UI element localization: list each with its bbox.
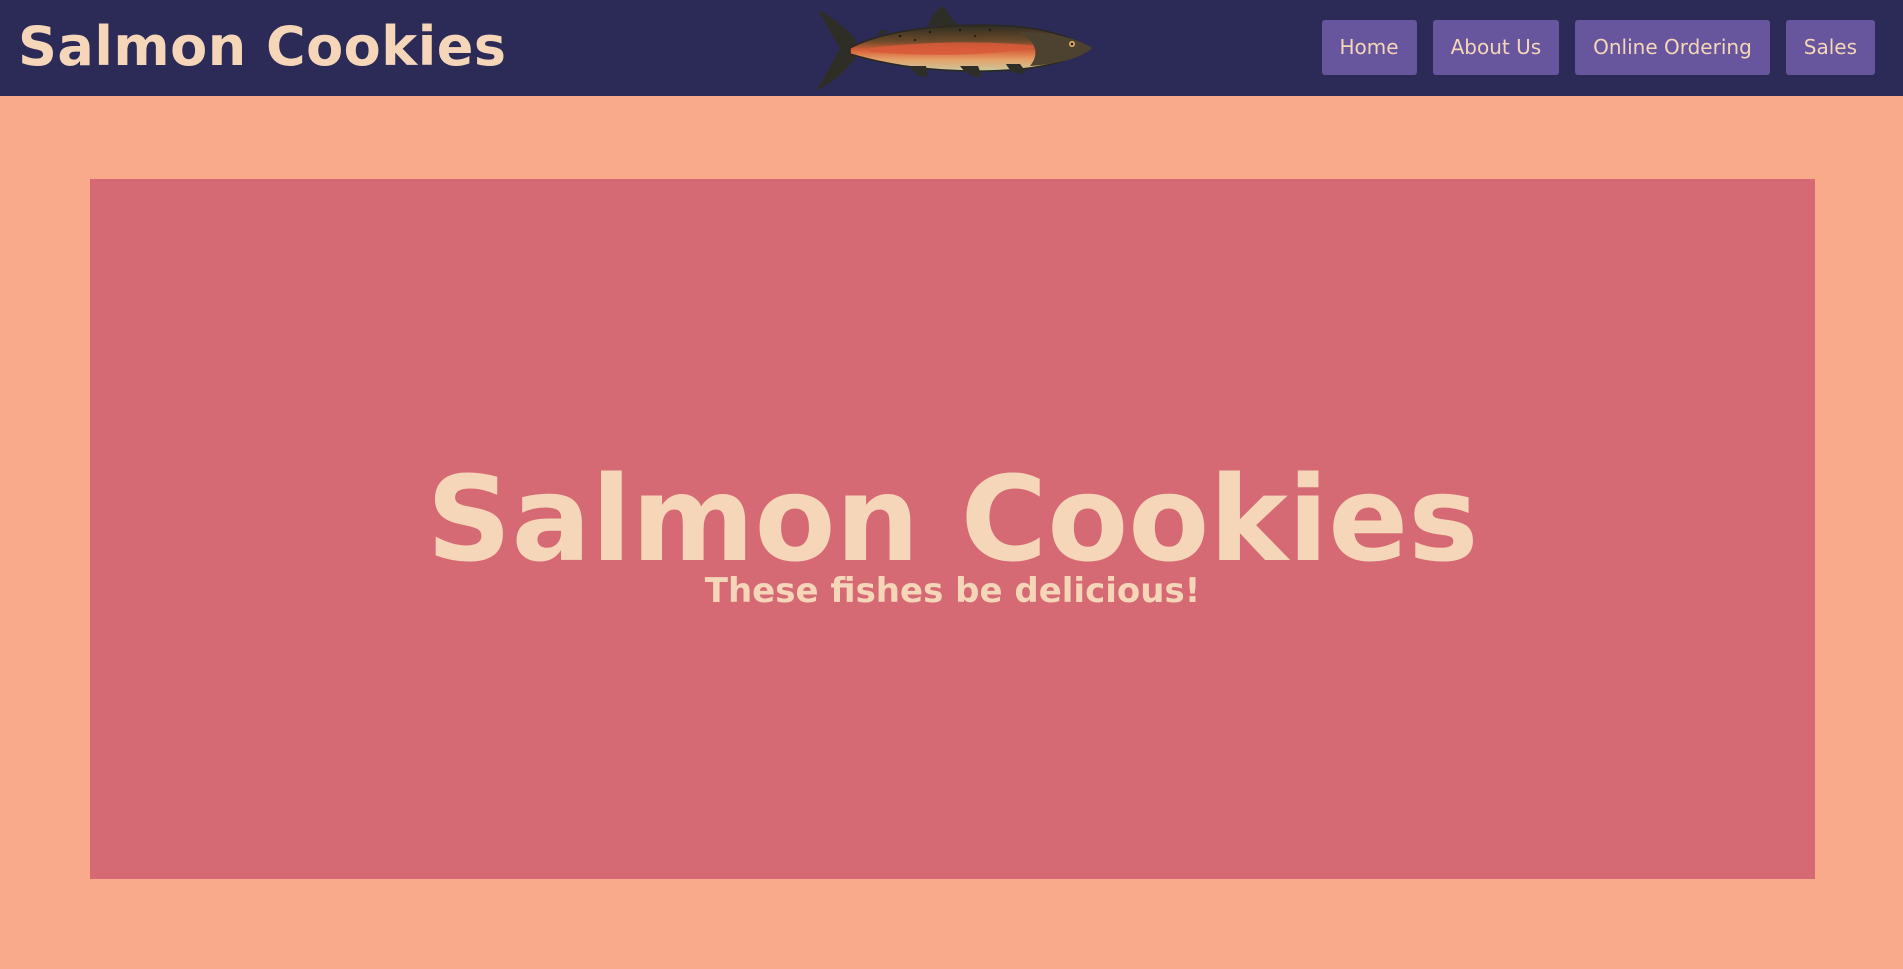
site-title[interactable]: Salmon Cookies (18, 12, 506, 82)
nav-online-ordering-button[interactable]: Online Ordering (1575, 20, 1770, 75)
site-header: Salmon Cookies Home About Us Online Orde… (0, 0, 1903, 96)
salmon-fish-icon (816, 6, 1092, 90)
hero-title: Salmon Cookies (426, 450, 1479, 588)
hero-subtitle: These fishes be delicious! (704, 571, 1201, 611)
hero-banner: Salmon Cookies These fishes be delicious… (90, 179, 1815, 879)
nav-sales-button[interactable]: Sales (1785, 20, 1875, 75)
nav-about-us-button[interactable]: About Us (1432, 20, 1560, 75)
nav-home-button[interactable]: Home (1321, 20, 1417, 75)
main-nav: Home About Us Online Ordering Sales (1321, 20, 1875, 75)
